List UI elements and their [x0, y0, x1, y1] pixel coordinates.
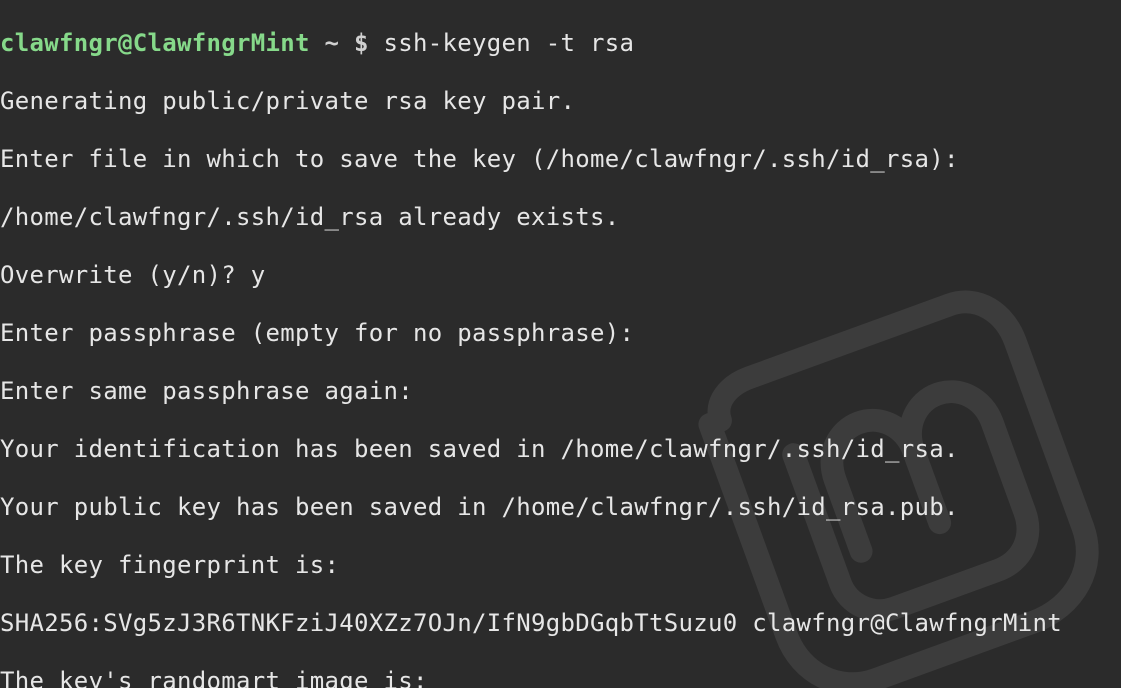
- output-line: The key fingerprint is:: [0, 551, 1121, 580]
- prompt-user: clawfngr@ClawfngrMint: [0, 29, 310, 57]
- output-line: Your public key has been saved in /home/…: [0, 493, 1121, 522]
- terminal-output-area[interactable]: clawfngr@ClawfngrMint ~ $ ssh-keygen -t …: [0, 0, 1121, 688]
- prompt-cwd: ~: [324, 29, 339, 57]
- output-line: SHA256:SVg5zJ3R6TNKFziJ40XZz7OJn/IfN9gbD…: [0, 609, 1121, 638]
- output-line: Enter file in which to save the key (/ho…: [0, 145, 1121, 174]
- output-line: The key's randomart image is:: [0, 667, 1121, 688]
- output-line: Enter passphrase (empty for no passphras…: [0, 319, 1121, 348]
- prompt-line-1: clawfngr@ClawfngrMint ~ $ ssh-keygen -t …: [0, 29, 1121, 58]
- output-line: Your identification has been saved in /h…: [0, 435, 1121, 464]
- output-line: Enter same passphrase again:: [0, 377, 1121, 406]
- prompt-dollar: $: [339, 29, 383, 57]
- entered-command: ssh-keygen -t rsa: [383, 29, 634, 57]
- output-line: Generating public/private rsa key pair.: [0, 87, 1121, 116]
- output-line: Overwrite (y/n)? y: [0, 261, 1121, 290]
- output-line: /home/clawfngr/.ssh/id_rsa already exist…: [0, 203, 1121, 232]
- prompt-separator: [310, 29, 325, 57]
